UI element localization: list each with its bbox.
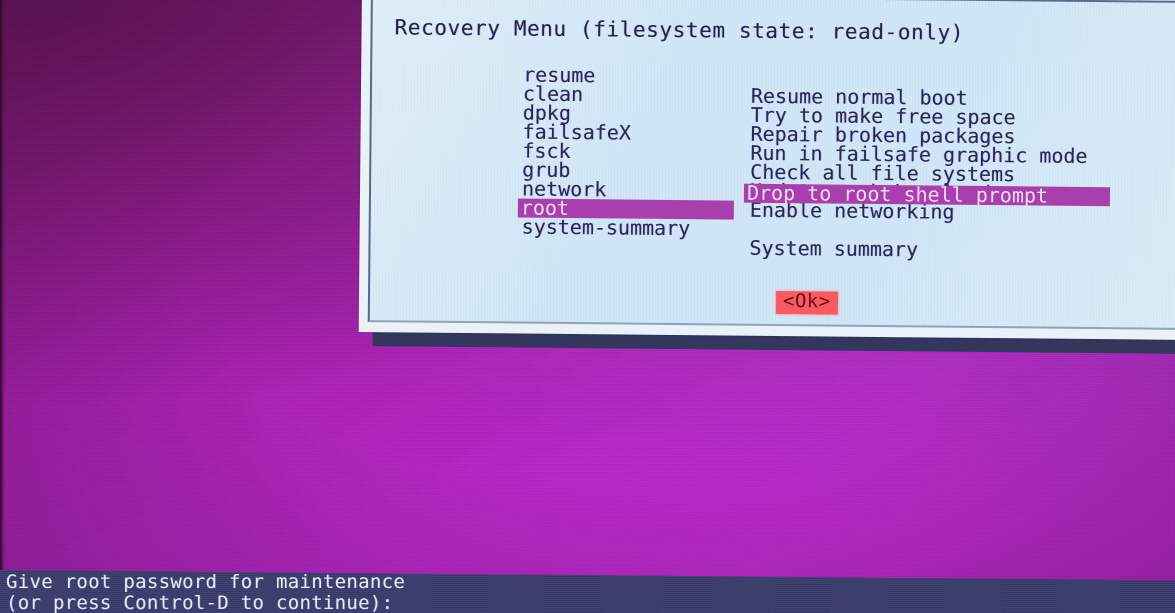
menu-item-desc: System summary (749, 235, 919, 262)
ok-button[interactable]: <Ok> (775, 290, 838, 315)
recovery-menu-dialog: Recovery Menu (filesystem state: read-on… (358, 0, 1175, 355)
menu-item-key: system-summary (521, 214, 691, 241)
dialog-body: Recovery Menu (filesystem state: read-on… (367, 0, 1175, 331)
dialog-frame: Recovery Menu (filesystem state: read-on… (358, 0, 1175, 341)
recovery-mode-screen: Recovery Menu (filesystem state: read-on… (0, 0, 1175, 613)
dialog-title: Recovery Menu (filesystem state: read-on… (394, 15, 965, 45)
recovery-menu-list[interactable]: resume Resume normal boot clean Try to m… (371, 45, 1175, 261)
console-line-root-password: Give root password for maintenance (5, 571, 406, 594)
console-text-block: Give root password for maintenance (or p… (5, 571, 406, 613)
screen-left-edge (0, 0, 5, 613)
console-line-control-d: (or press Control-D to continue): (5, 592, 394, 613)
